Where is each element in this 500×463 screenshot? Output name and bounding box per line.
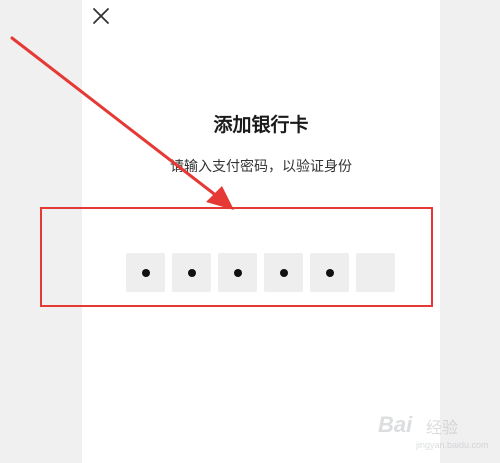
- dialog-title: 添加银行卡: [213, 114, 309, 136]
- close-button[interactable]: [90, 5, 112, 27]
- right-margin: [440, 0, 500, 463]
- dialog-subtitle: 请输入支付密码，以验证身份: [170, 159, 352, 175]
- watermark-sub: 经验: [426, 418, 459, 437]
- watermark-logo: Bai: [378, 412, 413, 437]
- watermark: Bai 经验 jingyan.baidu.com: [378, 404, 496, 459]
- annotation-highlight-box: [40, 207, 433, 307]
- close-icon: [93, 8, 109, 24]
- watermark-url: jingyan.baidu.com: [416, 440, 489, 450]
